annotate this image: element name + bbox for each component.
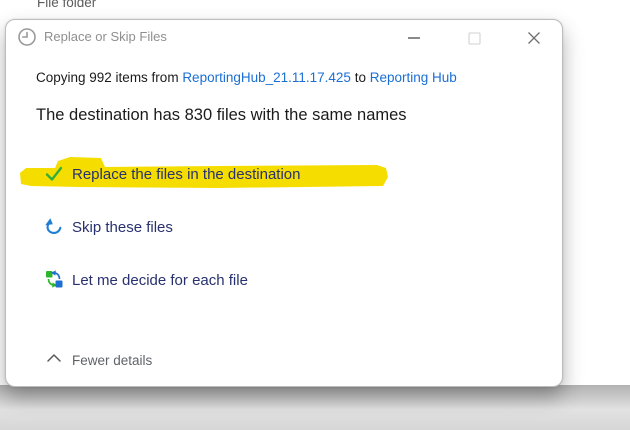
option-decide-each-file[interactable]: Let me decide for each file [44, 270, 248, 290]
conflict-message: The destination has 830 files with the s… [36, 106, 407, 125]
skip-icon [44, 217, 64, 237]
maximize-icon [468, 32, 481, 45]
source-folder-name: ReportingHub_21.11.17.425 [182, 70, 351, 85]
copy-summary-middle: to [351, 70, 370, 85]
option-skip-label: Skip these files [72, 219, 173, 236]
clock-icon [16, 26, 38, 48]
check-icon [44, 164, 64, 184]
minimize-icon [407, 31, 421, 45]
option-skip-files[interactable]: Skip these files [44, 217, 173, 237]
option-replace-label: Replace the files in the destination [72, 166, 300, 183]
fewer-details-toggle[interactable]: Fewer details [46, 351, 152, 369]
copy-summary-prefix: Copying 992 items from [36, 70, 182, 85]
destination-folder-name: Reporting Hub [370, 70, 457, 85]
dialog-title: Replace or Skip Files [44, 29, 167, 44]
background-window-edge [0, 385, 630, 430]
copy-summary: Copying 992 items from ReportingHub_21.1… [36, 70, 457, 85]
minimize-button[interactable] [397, 24, 431, 52]
background-file-folder-text: File folder [37, 0, 96, 11]
close-button[interactable] [517, 24, 551, 52]
dialog-titlebar: Replace or Skip Files [6, 20, 562, 56]
maximize-button [457, 24, 491, 52]
close-icon [527, 31, 541, 45]
decide-icon [44, 270, 64, 290]
option-replace-files[interactable]: Replace the files in the destination [44, 164, 300, 184]
chevron-up-icon [46, 351, 62, 369]
option-decide-label: Let me decide for each file [72, 272, 248, 289]
fewer-details-label: Fewer details [72, 353, 152, 368]
replace-or-skip-files-dialog: Replace or Skip Files Copying 992 items … [5, 19, 563, 387]
